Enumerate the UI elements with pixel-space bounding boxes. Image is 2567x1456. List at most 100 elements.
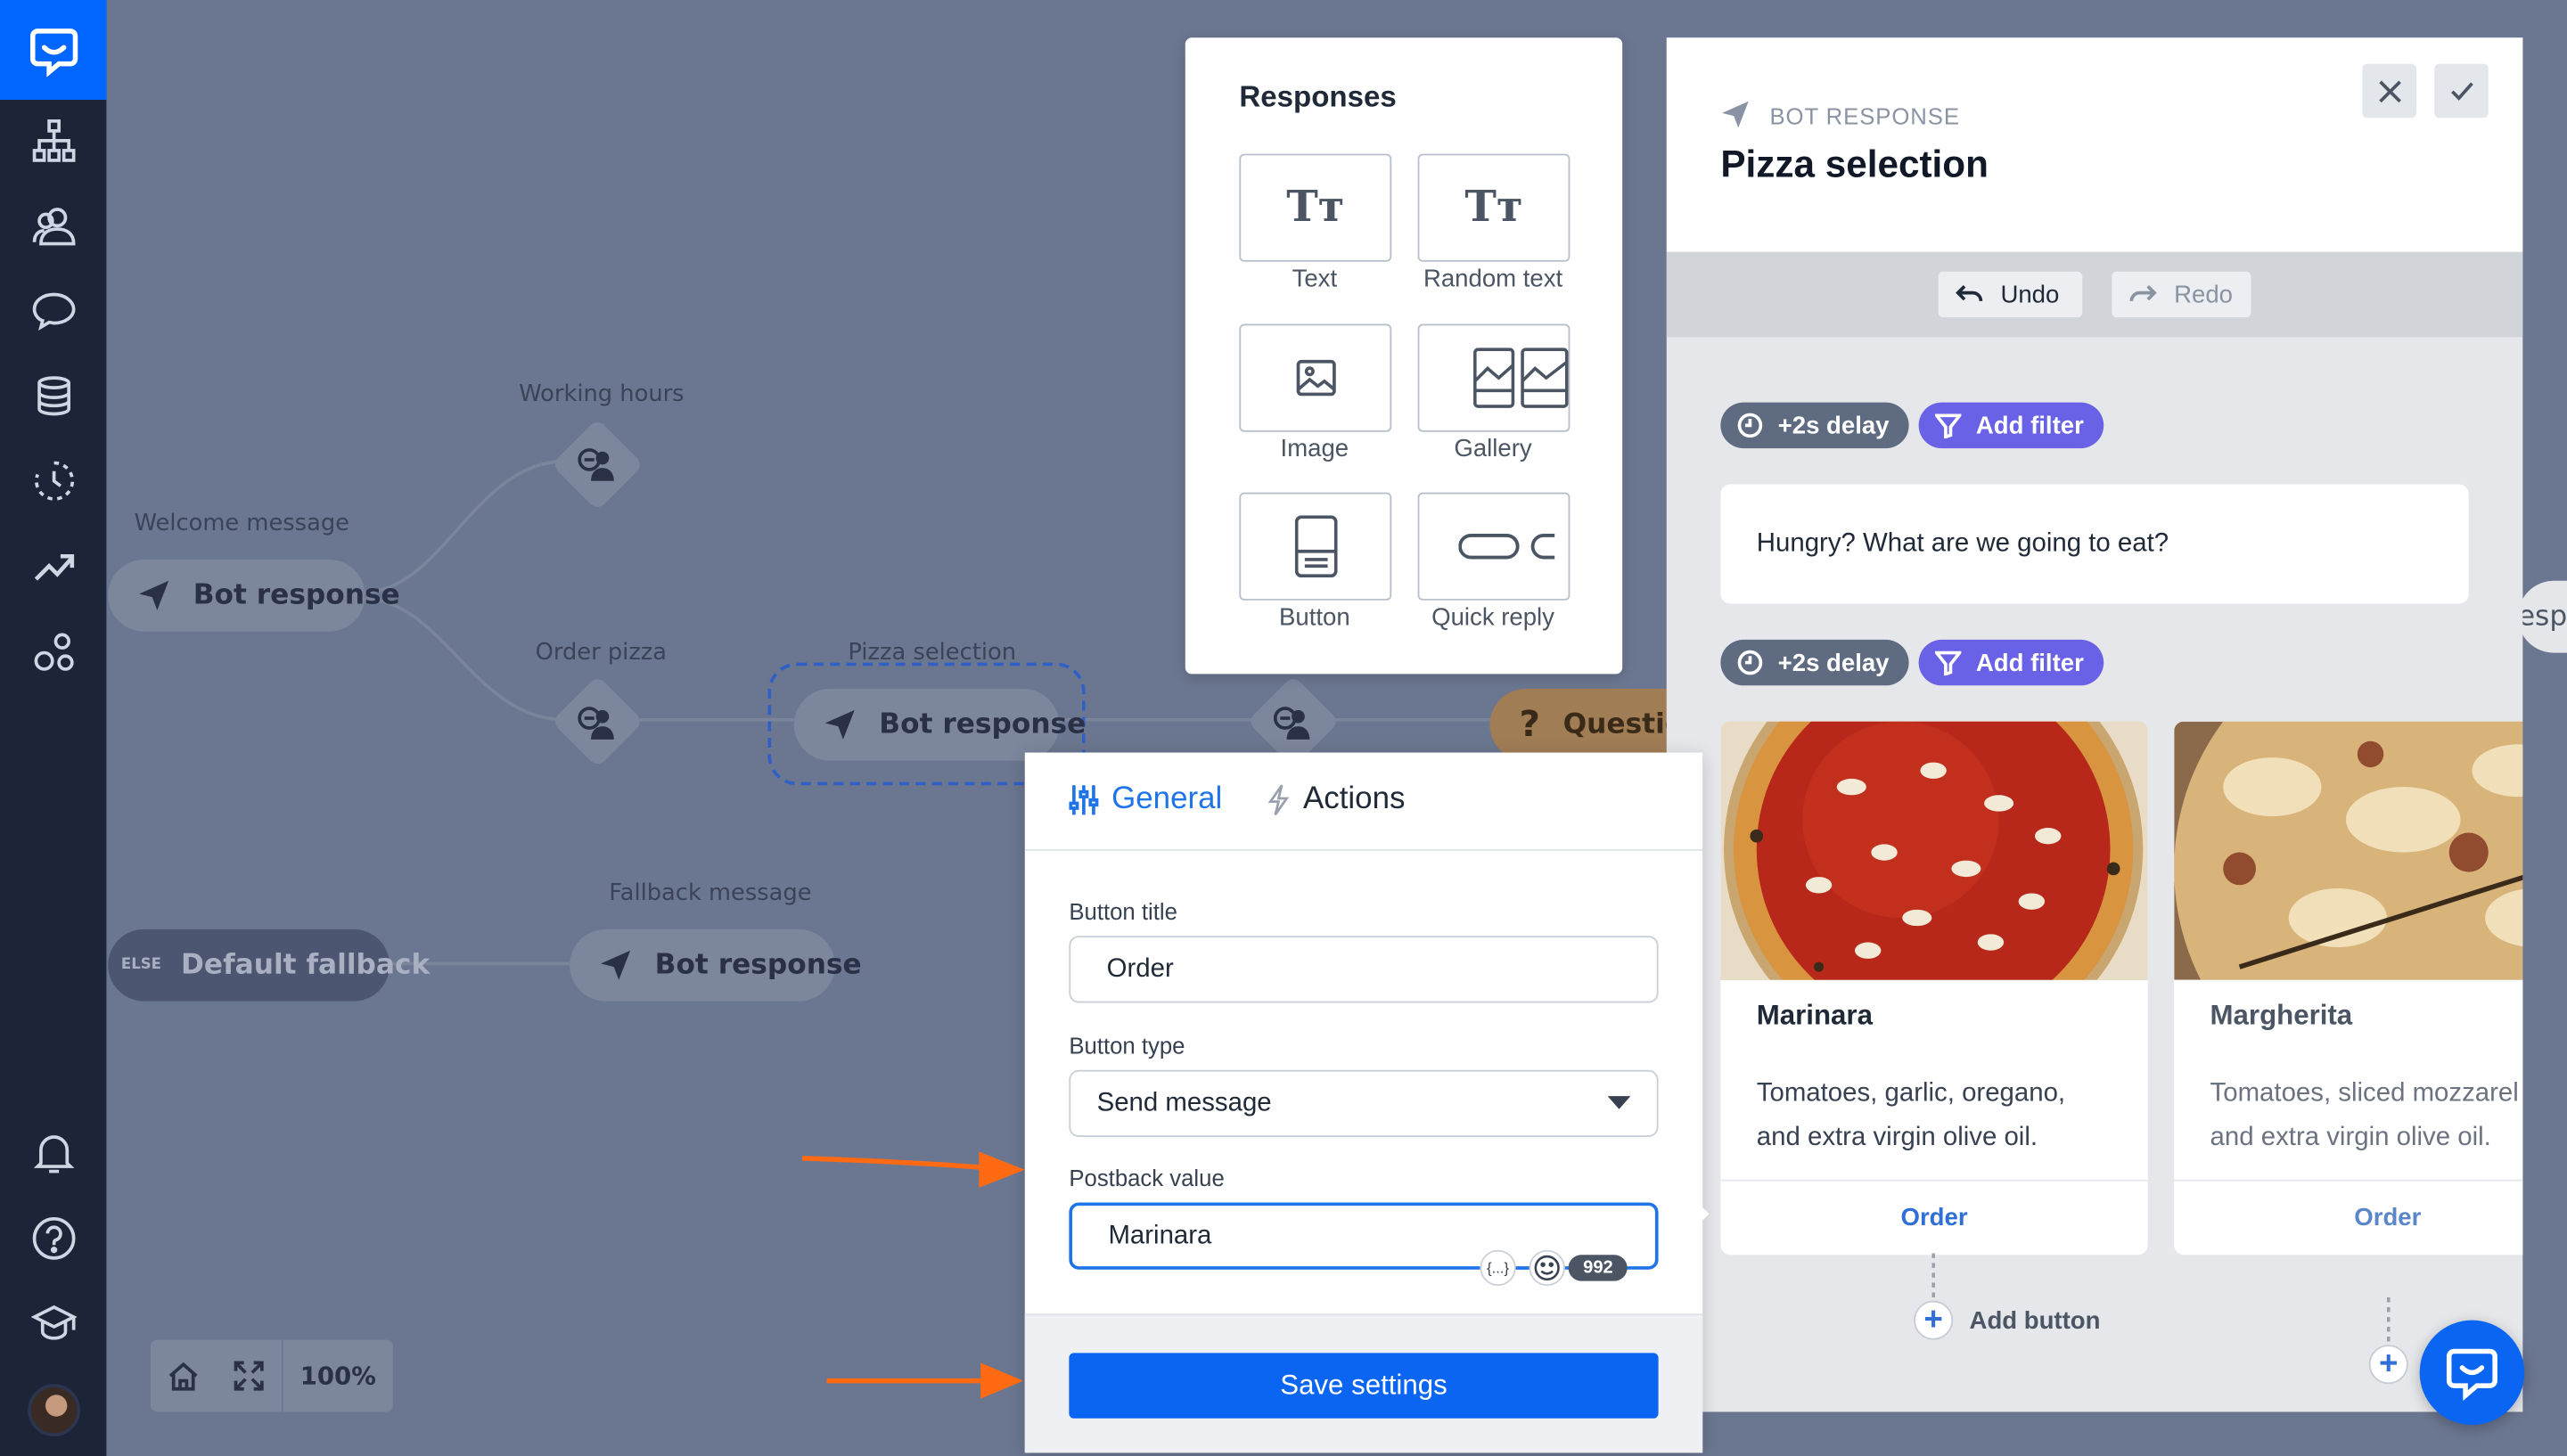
- redo-button[interactable]: Redo: [2112, 271, 2251, 318]
- chevron-down-icon: [1607, 1096, 1631, 1109]
- clock-icon: [1737, 413, 1763, 438]
- button-type-icon: [1293, 515, 1337, 578]
- undo-icon: [1956, 285, 1983, 302]
- card-desc-marinara: Tomatoes, garlic, oregano, and extra vir…: [1756, 1079, 2066, 1152]
- save-settings-button[interactable]: Save settings: [1069, 1353, 1659, 1419]
- clock-icon: [1737, 650, 1763, 675]
- tab-general-label: General: [1111, 781, 1223, 817]
- add-button-link[interactable]: + Add button: [1914, 1300, 2100, 1340]
- delay-label-2: +2s delay: [1777, 648, 1890, 677]
- bot-panel-title: Pizza selection: [1720, 142, 1989, 185]
- add-filter-chip-2[interactable]: Add filter: [1918, 639, 2104, 686]
- undo-button[interactable]: Undo: [1938, 271, 2083, 318]
- bot-response-panel: BOT RESPONSE Pizza selection Undo Redo +…: [1666, 37, 2523, 1412]
- add-button-link-2[interactable]: +: [2368, 1345, 2424, 1385]
- send-icon: [1720, 100, 1750, 135]
- delay-chip-2[interactable]: +2s delay: [1720, 639, 1909, 686]
- tab-actions-label: Actions: [1303, 781, 1406, 817]
- postback-value-label: Postback value: [1069, 1165, 1225, 1191]
- text-message-box[interactable]: Hungry? What are we going to eat?: [1720, 484, 2469, 604]
- button-title-input[interactable]: Order: [1069, 936, 1659, 1003]
- pizza-bot-label: Bot response: [879, 708, 1087, 741]
- tool-separator: [1515, 1266, 1530, 1269]
- annotation-arrow-postback: [801, 1151, 1025, 1188]
- input-tools: {...} 992: [1480, 1249, 1628, 1287]
- delay-chip-1[interactable]: +2s delay: [1720, 402, 1909, 449]
- tab-general[interactable]: General: [1069, 782, 1222, 818]
- zoom-controls: 100%: [150, 1339, 393, 1412]
- tab-actions[interactable]: Actions: [1267, 781, 1406, 818]
- modal-tabs: General Actions: [1024, 753, 1703, 851]
- response-quick-reply-label: Quick reply: [1431, 603, 1554, 632]
- node-label-welcome-message: Welcome message: [134, 510, 349, 537]
- pizza-image-margherita: [2174, 721, 2523, 980]
- modal-footer: Save settings: [1024, 1313, 1703, 1453]
- filter-icon: [1934, 413, 1962, 439]
- send-icon: [599, 949, 632, 982]
- gallery-icon: [1473, 348, 1569, 408]
- variable-button[interactable]: {...}: [1480, 1249, 1516, 1287]
- home-icon[interactable]: [151, 1340, 216, 1412]
- card-desc-margherita-text: Tomatoes, sliced mozzarel basil, and ext…: [2210, 1079, 2523, 1152]
- response-image-label: Image: [1280, 435, 1349, 463]
- button-type-select[interactable]: Send message: [1069, 1069, 1659, 1138]
- bot-panel-kicker: BOT RESPONSE: [1769, 102, 1960, 130]
- pizza-bot-response-node[interactable]: Bot response: [793, 688, 1086, 761]
- responses-panel: Responses Tт Text Tт Random text Image G…: [1185, 37, 1623, 675]
- add-filter-label-1: Add filter: [1975, 411, 2084, 439]
- emoji-icon[interactable]: [1529, 1249, 1565, 1287]
- right-edge-label: espo: [2517, 600, 2567, 634]
- response-quick-reply-tile[interactable]: [1417, 492, 1571, 601]
- gallery-card-marinara[interactable]: Marinara Tomatoes, garlic, oregano, and …: [1720, 721, 2148, 1256]
- question-icon: ?: [1519, 704, 1540, 746]
- fit-screen-icon[interactable]: [216, 1340, 281, 1412]
- card-connector-dashed-2: [2386, 1296, 2391, 1347]
- button-type-value: Send message: [1096, 1088, 1272, 1117]
- random-text-icon: Tт: [1464, 183, 1523, 233]
- response-random-text-label: Random text: [1423, 265, 1563, 293]
- response-random-text-tile[interactable]: Tт: [1417, 153, 1571, 262]
- button-title-label: Button title: [1069, 897, 1177, 925]
- response-text-tile[interactable]: Tт: [1239, 153, 1392, 262]
- gallery-card-margherita[interactable]: Margherita Tomatoes, sliced mozzarel bas…: [2174, 721, 2523, 1256]
- card-button-order-marinara[interactable]: Order: [1720, 1179, 2148, 1255]
- node-label-pizza-selection: Pizza selection: [848, 639, 1017, 667]
- bot-panel-header: BOT RESPONSE Pizza selection: [1666, 37, 2523, 252]
- confirm-button[interactable]: [2434, 63, 2489, 119]
- responses-title: Responses: [1239, 79, 1397, 113]
- close-button[interactable]: [2362, 63, 2416, 119]
- node-label-fallback-message: Fallback message: [609, 879, 812, 907]
- redo-icon: [2129, 285, 2157, 302]
- fallback-bot-label: Bot response: [654, 948, 862, 982]
- chat-widget-button[interactable]: [2419, 1320, 2525, 1426]
- lightning-icon: [1267, 783, 1291, 816]
- image-icon: [1295, 359, 1335, 397]
- fallback-bot-response-node[interactable]: Bot response: [570, 928, 862, 1002]
- zoom-level[interactable]: 100%: [283, 1362, 393, 1391]
- response-button-tile[interactable]: [1239, 492, 1392, 601]
- card-connector-dashed: [1931, 1253, 1935, 1303]
- add-filter-chip-1[interactable]: Add filter: [1918, 402, 2104, 449]
- text-type-icon: Tт: [1286, 183, 1345, 233]
- plus-icon: +: [2368, 1345, 2408, 1385]
- default-fallback-node[interactable]: ELSE Default fallback: [108, 928, 430, 1002]
- response-image-tile[interactable]: [1239, 323, 1392, 432]
- response-gallery-tile[interactable]: [1417, 323, 1571, 432]
- redo-label: Redo: [2174, 280, 2234, 309]
- user-check-icon: [575, 700, 620, 746]
- annotation-arrow-save: [826, 1362, 1023, 1399]
- node-label-working-hours: Working hours: [519, 380, 685, 408]
- char-count-badge: 992: [1568, 1255, 1628, 1281]
- send-icon: [824, 708, 857, 741]
- card-title-marinara: Marinara: [1756, 999, 1873, 1031]
- user-check-icon: [1270, 700, 1316, 746]
- response-gallery-label: Gallery: [1454, 435, 1532, 463]
- welcome-bot-response-node[interactable]: Bot response: [108, 559, 400, 632]
- card-button-order-margherita[interactable]: Order: [2174, 1179, 2523, 1255]
- default-fallback-label: Default fallback: [180, 948, 431, 982]
- pizza-image-marinara: [1720, 721, 2148, 980]
- user-check-icon: [575, 442, 620, 487]
- undo-redo-bar: Undo Redo: [1666, 251, 2523, 338]
- quick-reply-icon: [1458, 534, 1555, 560]
- filter-icon: [1934, 650, 1962, 676]
